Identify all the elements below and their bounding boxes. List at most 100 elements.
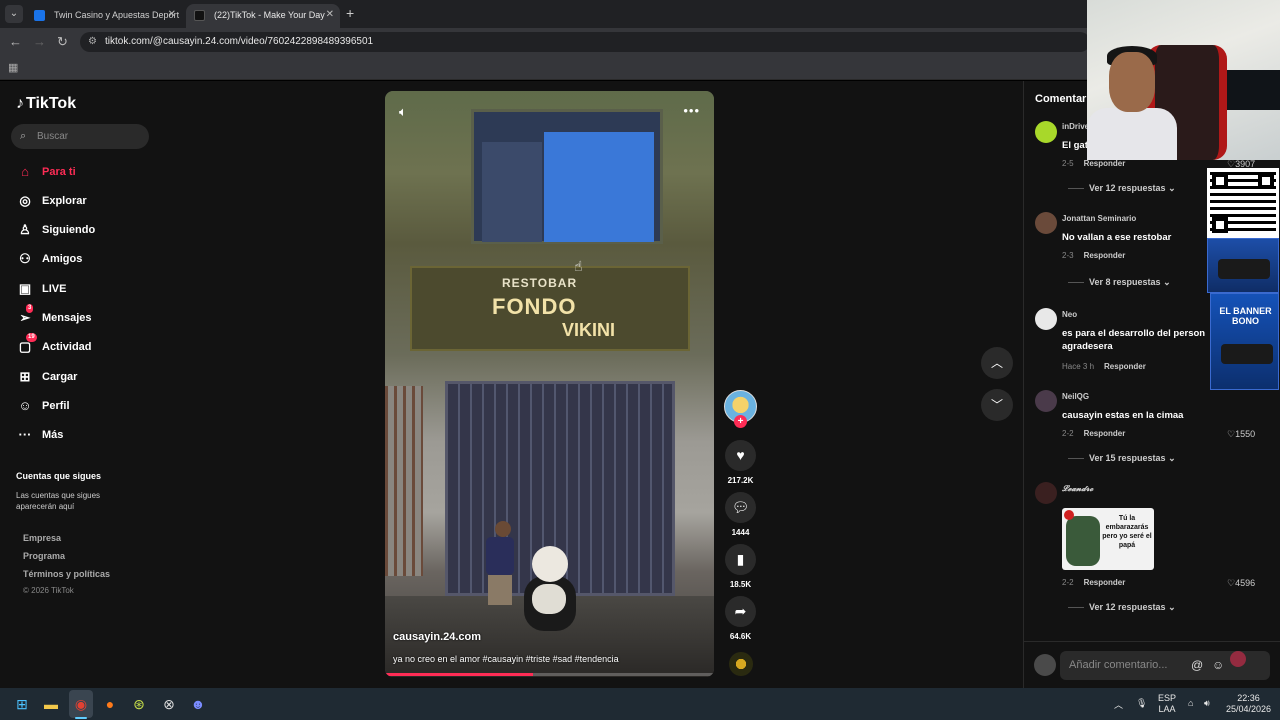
view-replies-button[interactable]: Ver 15 respuestas ⌄ <box>1068 453 1176 464</box>
discord-icon[interactable]: ☻ <box>188 694 208 714</box>
new-tab-icon[interactable]: + <box>346 5 354 21</box>
browser-tab-2[interactable]: (22)TikTok - Make Your Day ✕ <box>186 4 340 28</box>
comment-avatar[interactable] <box>1035 212 1057 234</box>
comment-author[interactable]: Neo <box>1062 310 1077 319</box>
mention-icon[interactable]: @ <box>1191 651 1203 680</box>
volume-icon[interactable]: 🔊︎ <box>1204 698 1210 709</box>
apps-grid-icon[interactable]: ▦ <box>8 61 18 74</box>
os-taskbar: ⊞ ▬ ◉ ● ⊛ ⊗ ☻ ︿ 🎙︎ ESP LAA ⌂ 🔊︎ 22:36 25… <box>0 688 1280 720</box>
tiktok-page: ♪ TikTok ⌕ Buscar ⌂ Para ti ◎ Explorar ♙ … <box>0 81 1280 688</box>
sidebar-item-label: Para ti <box>42 166 76 178</box>
comment-avatar[interactable] <box>1035 482 1057 504</box>
comment-button[interactable]: 💬︎ <box>725 492 756 523</box>
more-options-icon[interactable]: ••• <box>683 103 700 118</box>
comment-date: 2-3 <box>1062 251 1074 260</box>
sidebar-item-actividad[interactable]: ▢ 19 Actividad <box>16 333 156 357</box>
file-explorer-icon[interactable]: ▬ <box>41 694 61 714</box>
music-disc-icon[interactable] <box>729 652 753 676</box>
sidebar-item-cargar[interactable]: ⊞ Cargar <box>16 367 156 387</box>
sidebar-item-siguiendo[interactable]: ♙ Siguiendo <box>16 220 156 240</box>
comment-avatar[interactable] <box>1035 390 1057 412</box>
sidebar-item-live[interactable]: ▣ LIVE <box>16 279 156 299</box>
emoji-icon[interactable]: ☺ <box>1212 651 1224 680</box>
footer-link-empresa[interactable]: Empresa <box>23 533 61 543</box>
footer-link-terminos[interactable]: Términos y políticas <box>23 569 110 579</box>
comment-avatar[interactable] <box>1035 308 1057 330</box>
comment-avatar[interactable] <box>1035 121 1057 143</box>
comment-author[interactable]: Jonattan Seminario <box>1062 214 1136 223</box>
sidebar-item-label: Más <box>42 429 64 441</box>
send-comment-button[interactable] <box>1230 651 1246 667</box>
close-tab-icon[interactable]: ✕ <box>168 4 176 26</box>
reply-button[interactable]: Responder <box>1084 159 1126 168</box>
firefox-icon[interactable]: ● <box>100 694 120 714</box>
video-grill <box>385 386 423 576</box>
my-avatar <box>1034 654 1056 676</box>
sidebar-item-amigos[interactable]: ⚇ Amigos <box>16 249 156 269</box>
sign-line-3: VIKINI <box>562 320 616 340</box>
close-tab-icon[interactable]: ✕ <box>326 4 334 26</box>
video-progress-bar[interactable] <box>385 673 714 676</box>
back-icon[interactable]: ← <box>9 34 22 49</box>
promo-title: EL BANNER BONO <box>1219 306 1272 326</box>
friends-icon: ⚇ <box>19 251 31 266</box>
video-author[interactable]: causayin.24.com <box>393 631 481 643</box>
site-info-icon[interactable]: ⚙ <box>88 32 97 52</box>
chevron-up-icon[interactable]: ︿ <box>1114 698 1123 711</box>
sidebar-item-para-ti[interactable]: ⌂ Para ti <box>16 162 156 182</box>
sidebar-item-mas[interactable]: ··· Más <box>16 425 156 445</box>
previous-video-button[interactable]: ︿ <box>981 347 1013 379</box>
search-input[interactable]: ⌕ Buscar <box>11 124 149 149</box>
upload-icon: ⊞ <box>19 369 31 384</box>
obs-icon[interactable]: ⊗ <box>159 694 179 714</box>
tab-search-button[interactable]: ⌄ <box>5 5 23 23</box>
sidebar-item-explorar[interactable]: ◎ Explorar <box>16 191 156 211</box>
view-replies-button[interactable]: Ver 12 respuestas ⌄ <box>1068 602 1176 613</box>
tiktok-logo[interactable]: ♪ TikTok <box>16 95 76 113</box>
sidebar-item-mensajes[interactable]: ➢ 3 Mensajes <box>16 304 156 328</box>
reply-button[interactable]: Responder <box>1084 429 1126 438</box>
comment-author[interactable]: 𝓛𝓮𝓪𝓷𝓭𝓻𝓸 <box>1062 484 1093 494</box>
view-replies-button[interactable]: Ver 8 respuestas ⌄ <box>1068 277 1171 288</box>
heart-outline-icon: ♡ <box>1227 429 1236 439</box>
like-button[interactable]: ♥ <box>725 440 756 471</box>
xbox-icon[interactable]: ⊛ <box>129 694 149 714</box>
next-video-button[interactable]: ﹀ <box>981 389 1013 421</box>
reply-button[interactable]: Responder <box>1084 251 1126 260</box>
chevron-down-icon: ⌄ <box>1168 602 1176 612</box>
reply-button[interactable]: Responder <box>1084 578 1126 587</box>
view-replies-label: Ver 8 respuestas <box>1089 277 1161 287</box>
comment-like[interactable]: ♡1550 <box>1227 429 1255 440</box>
share-button[interactable]: ➦ <box>725 596 756 627</box>
comment-author[interactable]: inDrive <box>1062 122 1089 131</box>
language-indicator[interactable]: ESP LAA <box>1158 693 1176 715</box>
comment-author[interactable]: NeilQG <box>1062 392 1089 401</box>
tab-favicon-icon <box>34 10 45 21</box>
footer-link-programa[interactable]: Programa <box>23 551 65 561</box>
video-player[interactable]: RESTOBAR FONDO VIKINI 🔈︎ ••• ☝︎ causayin… <box>385 91 714 677</box>
windows-start-icon[interactable]: ⊞ <box>12 694 32 714</box>
follow-plus-icon[interactable]: + <box>734 415 747 428</box>
view-replies-button[interactable]: Ver 12 respuestas ⌄ <box>1068 183 1176 194</box>
reply-button[interactable]: Responder <box>1104 362 1146 371</box>
comment-date: 2-2 <box>1062 578 1074 587</box>
forward-icon[interactable]: → <box>33 34 46 49</box>
save-button[interactable]: ▮ <box>725 544 756 575</box>
network-icon[interactable]: ⌂ <box>1188 698 1193 708</box>
url-input[interactable]: ⚙ tiktok.com/@causayin.24.com/video/7602… <box>80 32 1090 52</box>
sidebar-item-perfil[interactable]: ☺ Perfil <box>16 396 156 416</box>
following-title: Cuentas que sigues <box>16 471 102 481</box>
microphone-icon[interactable]: 🎙︎ <box>1136 698 1147 709</box>
like-count: 217.2K <box>727 476 754 485</box>
profile-icon: ☺ <box>18 398 32 413</box>
volume-icon[interactable]: 🔈︎ <box>399 104 407 120</box>
chrome-icon[interactable]: ◉ <box>71 694 91 714</box>
reload-icon[interactable]: ↻ <box>57 34 68 50</box>
messages-badge: 3 <box>26 304 34 313</box>
browser-tab-1[interactable]: Twin Casino y Apuestas Deport ✕ <box>26 4 182 28</box>
chevron-up-icon: ︿ <box>990 356 1003 370</box>
comments-title: Comentar <box>1035 93 1087 105</box>
clock[interactable]: 22:36 25/04/2026 <box>1226 693 1271 715</box>
comment-like[interactable]: ♡4596 <box>1227 578 1255 589</box>
sidebar-item-label: Amigos <box>42 253 83 265</box>
